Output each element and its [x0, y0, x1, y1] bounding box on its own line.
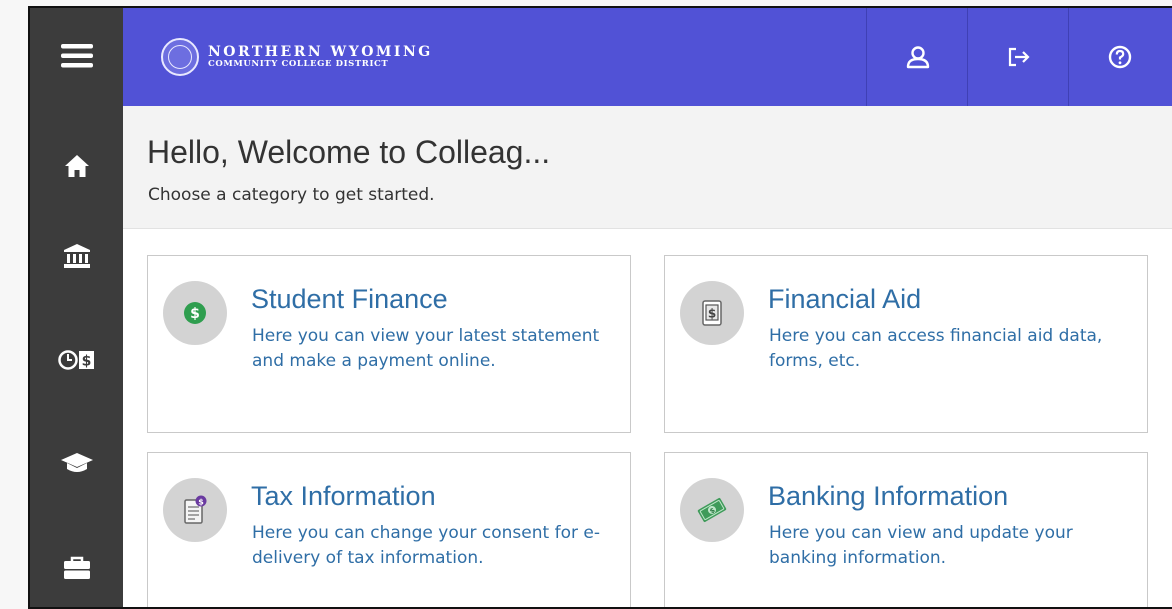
card-financial-aid[interactable]: $ Financial Aid Here you can access fina… — [664, 255, 1148, 433]
sign-out-button[interactable] — [967, 8, 1069, 106]
sign-out-icon — [1008, 47, 1030, 67]
dollar-document-icon: $ — [702, 300, 722, 326]
card-icon: $ — [680, 281, 744, 345]
card-tax-information[interactable]: $ Tax Information Here you can change yo… — [147, 452, 631, 607]
sidebar-item-academics[interactable] — [30, 433, 123, 493]
help-button[interactable] — [1068, 8, 1170, 106]
home-icon — [64, 155, 89, 177]
briefcase-icon — [63, 556, 90, 579]
welcome-banner: Hello, Welcome to Colleag... Choose a ca… — [123, 106, 1172, 229]
dollar-circle-icon: $ — [184, 302, 206, 324]
card-title: Banking Information — [768, 481, 1009, 511]
sidebar-item-time-pay[interactable]: $ — [30, 330, 123, 390]
sidebar-item-finance[interactable] — [30, 226, 123, 286]
sidebar-item-home[interactable] — [30, 136, 123, 196]
tax-form-icon: $ — [184, 495, 207, 524]
sidebar: $ — [30, 8, 123, 607]
card-icon: $ — [163, 281, 227, 345]
page-title: Hello, Welcome to Colleag... — [147, 134, 551, 170]
graduation-cap-icon — [60, 453, 93, 472]
page-subtitle: Choose a category to get started. — [148, 185, 435, 205]
clock-dollar-icon: $ — [57, 350, 94, 370]
app-frame: $ NORTHERN WYOMING COMMUNITY COLLEGE DIS… — [28, 6, 1172, 609]
menu-icon — [60, 44, 93, 68]
svg-text:$: $ — [81, 354, 91, 370]
bank-icon — [63, 244, 90, 268]
card-title: Tax Information — [251, 481, 436, 511]
cash-icon: $ — [697, 497, 727, 523]
menu-button[interactable] — [30, 26, 123, 86]
card-title: Financial Aid — [768, 284, 922, 314]
card-title: Student Finance — [251, 284, 448, 314]
svg-text:$: $ — [708, 307, 716, 321]
card-description: Here you can change your consent for e-d… — [252, 523, 600, 568]
sidebar-item-employment[interactable] — [30, 538, 123, 598]
top-header: NORTHERN WYOMING COMMUNITY COLLEGE DISTR… — [123, 8, 1172, 106]
help-icon — [1108, 45, 1131, 69]
card-description: Here you can view your latest statement … — [252, 326, 600, 371]
logo-line1: NORTHERN WYOMING — [208, 44, 433, 61]
college-logo[interactable]: NORTHERN WYOMING COMMUNITY COLLEGE DISTR… — [161, 38, 433, 76]
card-description: Here you can view and update your bankin… — [769, 523, 1073, 568]
user-profile-button[interactable] — [866, 8, 968, 106]
card-student-finance[interactable]: $ Student Finance Here you can view your… — [147, 255, 631, 433]
card-icon: $ — [163, 478, 227, 542]
card-description: Here you can access financial aid data, … — [769, 326, 1103, 371]
svg-text:$: $ — [190, 306, 200, 322]
logo-line2: COMMUNITY COLLEGE DISTRICT — [208, 59, 389, 70]
user-icon — [906, 46, 929, 69]
card-icon: $ — [680, 478, 744, 542]
svg-text:$: $ — [198, 498, 204, 507]
card-banking-information[interactable]: $ Banking Information Here you can view … — [664, 452, 1148, 607]
college-seal-icon — [161, 38, 199, 76]
